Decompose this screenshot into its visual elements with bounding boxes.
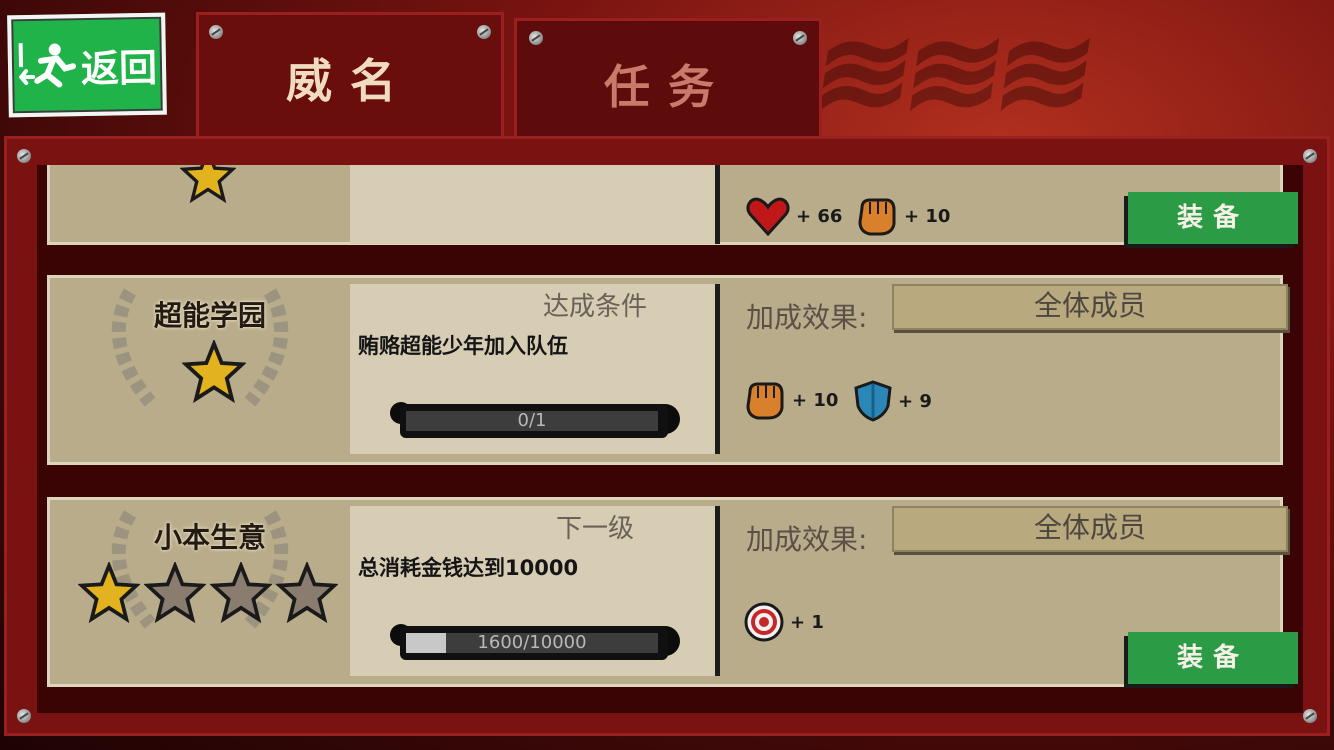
condition-description: 贿赂超能少年加入队伍 bbox=[358, 334, 568, 358]
tab-reputation[interactable]: 威名 bbox=[196, 12, 504, 140]
stat-value: + 10 bbox=[792, 389, 839, 411]
fist-icon bbox=[746, 382, 784, 420]
screw bbox=[793, 31, 807, 45]
stat-attack: + 10 bbox=[856, 196, 950, 236]
stat-accuracy: + 1 bbox=[744, 602, 824, 642]
equip-button[interactable]: 装备 bbox=[1128, 192, 1298, 244]
star-empty-icon bbox=[210, 562, 272, 624]
stat-value: + 1 bbox=[790, 611, 824, 633]
progress-text: 1600/10000 bbox=[477, 632, 587, 653]
stat-hp: + 66 bbox=[746, 196, 842, 236]
stat-value: + 10 bbox=[904, 205, 951, 227]
progress-bar: 1600/10000 bbox=[400, 626, 668, 660]
screw bbox=[17, 709, 31, 723]
back-button-label: 返回 bbox=[80, 45, 158, 91]
paper-note: 达成条件 贿赂超能少年加入队伍 0/1 bbox=[350, 284, 720, 454]
stat-attack: + 10 bbox=[744, 380, 838, 420]
list-item: 超能学园 达成条件 贿赂超能少年加入队伍 0/1 加成效果: 全体成员 + 10… bbox=[47, 275, 1288, 465]
main-panel: + 66 + 10 装备 超能学园 达成条件 贿赂超能少年加入队伍 0/1 加成… bbox=[4, 136, 1330, 736]
exit-running-man-icon bbox=[18, 43, 77, 88]
fist-icon bbox=[858, 198, 896, 236]
tab-missions-label: 任务 bbox=[604, 59, 732, 114]
tab-missions[interactable]: 任务 bbox=[514, 18, 822, 146]
condition-title: 达成条件 bbox=[542, 292, 647, 322]
bonus-target: 全体成员 bbox=[892, 506, 1288, 552]
list-item: + 66 + 10 装备 bbox=[47, 165, 1298, 245]
star-rating bbox=[78, 562, 338, 624]
heart-icon bbox=[746, 197, 790, 236]
screw bbox=[529, 31, 543, 45]
list-item: 小本生意 下一级 总消耗金钱达到10000 1600/10000 加成效果: 全… bbox=[47, 497, 1298, 687]
screw bbox=[1303, 149, 1317, 163]
equip-button[interactable]: 装备 bbox=[1128, 632, 1298, 684]
background-graffiti: ≋≋≋ bbox=[804, 2, 1096, 143]
screw bbox=[209, 25, 223, 39]
stat-value: + 66 bbox=[796, 205, 843, 227]
star-icon bbox=[180, 165, 236, 204]
badge-area bbox=[50, 165, 350, 242]
back-button[interactable]: 返回 bbox=[7, 12, 167, 118]
progress-bar: 0/1 bbox=[400, 404, 668, 438]
stat-value: + 9 bbox=[898, 390, 932, 412]
paper-note bbox=[350, 165, 720, 244]
badge-area: 小本生意 bbox=[50, 500, 350, 684]
star-empty-icon bbox=[144, 562, 206, 624]
screw bbox=[1303, 709, 1317, 723]
bonus-label: 加成效果: bbox=[746, 301, 868, 334]
stat-defense: + 9 bbox=[854, 380, 932, 422]
shield-icon bbox=[854, 380, 892, 422]
screw bbox=[477, 25, 491, 39]
bonus-target: 全体成员 bbox=[892, 284, 1288, 330]
star-filled-icon bbox=[78, 562, 140, 624]
bonus-area: 加成效果: 全体成员 + 10 + 9 bbox=[740, 278, 1288, 462]
star-icon bbox=[182, 340, 246, 404]
bonus-label: 加成效果: bbox=[746, 523, 868, 556]
badge-name: 超能学园 bbox=[153, 299, 266, 332]
condition-description: 总消耗金钱达到10000 bbox=[358, 556, 579, 580]
badge-area: 超能学园 bbox=[50, 278, 350, 462]
paper-note: 下一级 总消耗金钱达到10000 1600/10000 bbox=[350, 506, 720, 676]
tab-reputation-label: 威名 bbox=[286, 53, 414, 108]
next-level-title: 下一级 bbox=[555, 514, 634, 544]
badge-name: 小本生意 bbox=[153, 521, 266, 554]
screw bbox=[17, 149, 31, 163]
star-empty-icon bbox=[276, 562, 338, 624]
bonus-area: 加成效果: 全体成员 + 1 装备 bbox=[740, 500, 1298, 684]
bonus-area: + 66 + 10 装备 bbox=[740, 165, 1298, 244]
reputation-list[interactable]: + 66 + 10 装备 超能学园 达成条件 贿赂超能少年加入队伍 0/1 加成… bbox=[37, 165, 1303, 713]
progress-text: 0/1 bbox=[517, 410, 547, 431]
target-icon bbox=[744, 602, 784, 642]
